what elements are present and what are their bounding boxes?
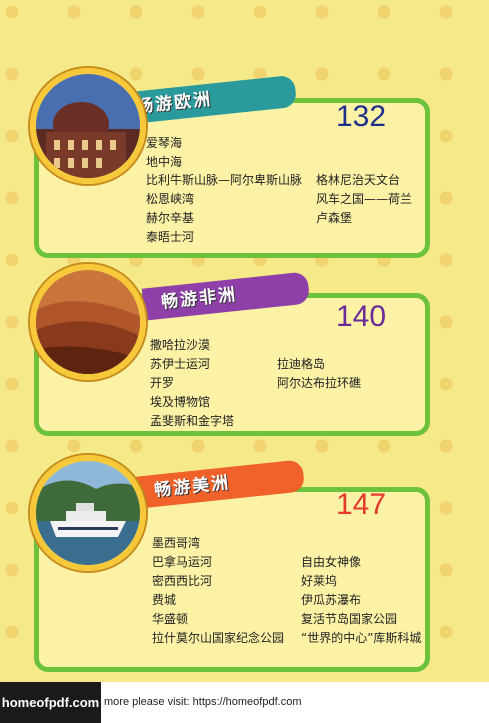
- europe-item: 地中海: [146, 155, 183, 169]
- europe-page-number: 132: [336, 100, 387, 133]
- americas-item: 复活节岛国家公园: [301, 612, 398, 626]
- europe-item: 赫尔辛基: [146, 211, 195, 225]
- americas-photo: [30, 455, 146, 571]
- europe-item: 卢森堡: [316, 211, 353, 225]
- europe-item: 泰晤士河: [146, 230, 195, 244]
- footer-link-text[interactable]: more please visit: https://homeofpdf.com: [104, 696, 301, 708]
- africa-item: 撒哈拉沙漠: [150, 338, 211, 352]
- footer-bar: homeofpdf.com more please visit: https:/…: [0, 682, 489, 723]
- africa-item: 苏伊士运河: [150, 357, 211, 371]
- africa-item: 埃及博物馆: [150, 395, 211, 409]
- americas-item: 费城: [152, 593, 177, 607]
- europe-photo: [30, 68, 146, 184]
- africa-item: 拉迪格岛: [277, 357, 326, 371]
- americas-item: 密西西比河: [152, 574, 213, 588]
- americas-item: 墨西哥湾: [152, 536, 201, 550]
- americas-item: 拉什莫尔山国家纪念公园: [152, 631, 285, 645]
- africa-photo: [30, 264, 146, 380]
- africa-item: 孟斐斯和金字塔: [150, 414, 235, 428]
- americas-item: 华盛顿: [152, 612, 189, 626]
- americas-item: 自由女神像: [301, 555, 362, 569]
- europe-item: 格林尼治天文台: [316, 173, 401, 187]
- site-logo[interactable]: homeofpdf.com: [0, 682, 101, 723]
- africa-item: 开罗: [150, 376, 175, 390]
- africa-item: 阿尔达布拉环礁: [277, 376, 362, 390]
- europe-item: 爱琴海: [146, 136, 183, 150]
- americas-item: 好莱坞: [301, 574, 338, 588]
- africa-page-number: 140: [336, 300, 387, 333]
- europe-item: 松恩峡湾: [146, 192, 195, 206]
- americas-item: 伊瓜苏瀑布: [301, 593, 362, 607]
- americas-item: “世界的中心”库斯科城: [301, 631, 422, 645]
- americas-page-number: 147: [336, 488, 387, 521]
- europe-item: 比利牛斯山脉—阿尔卑斯山脉: [146, 173, 303, 187]
- europe-item: 风车之国——荷兰: [316, 192, 413, 206]
- americas-item: 巴拿马运河: [152, 555, 213, 569]
